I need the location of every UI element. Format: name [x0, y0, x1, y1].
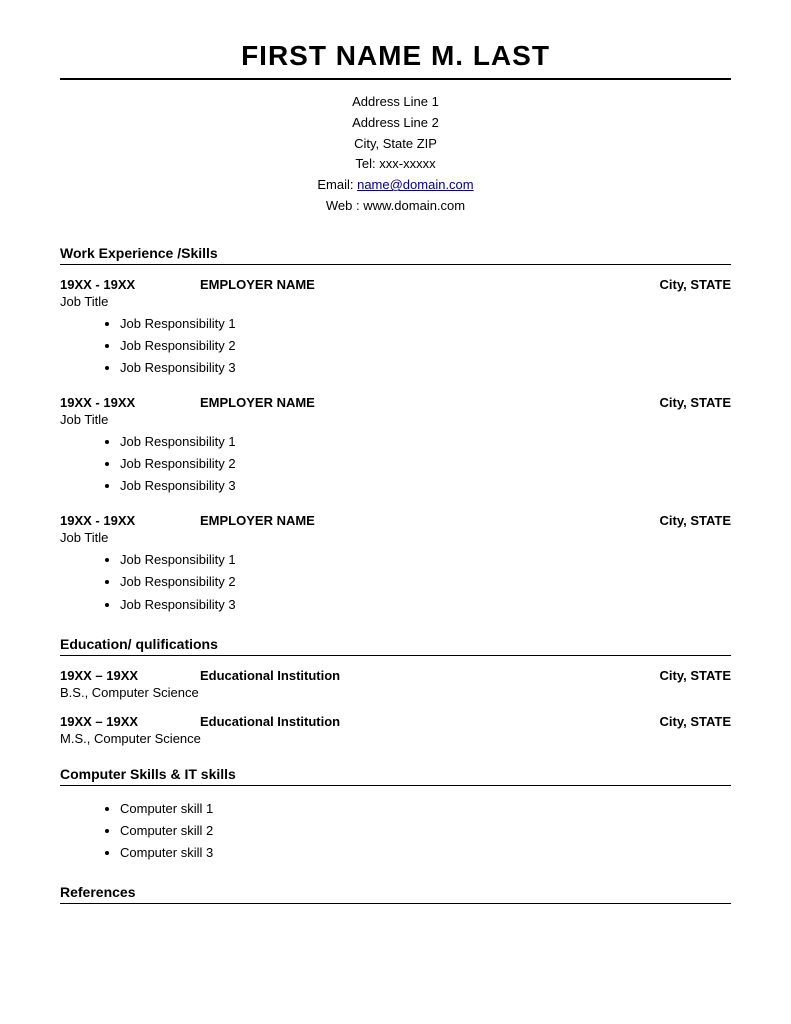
edu-city-2: City, STATE	[660, 714, 732, 729]
work-experience-heading: Work Experience /Skills	[60, 245, 731, 265]
edu-header-row-2: 19XX – 19XX Educational Institution City…	[60, 714, 731, 729]
job-dates-2: 19XX - 19XX	[60, 395, 170, 410]
address-line1: Address Line 1	[60, 92, 731, 113]
list-item: Job Responsibility 2	[120, 335, 731, 357]
email-label: Email:	[317, 177, 357, 192]
contact-info: Address Line 1 Address Line 2 City, Stat…	[60, 92, 731, 217]
edu-degree-1: B.S., Computer Science	[60, 685, 731, 700]
job-dates-3: 19XX - 19XX	[60, 513, 170, 528]
job-header-row-1: 19XX - 19XX EMPLOYER NAME City, STATE	[60, 277, 731, 292]
job-entry-2: 19XX - 19XX EMPLOYER NAME City, STATE Jo…	[60, 395, 731, 497]
job-title-2: Job Title	[60, 412, 731, 427]
edu-degree-2: M.S., Computer Science	[60, 731, 731, 746]
list-item: Job Responsibility 3	[120, 357, 731, 379]
resume-name: FIRST NAME M. LAST	[60, 40, 731, 80]
job-city-3: City, STATE	[660, 513, 732, 528]
job-employer-2: EMPLOYER NAME	[170, 395, 660, 410]
list-item: Job Responsibility 1	[120, 313, 731, 335]
job-responsibilities-3: Job Responsibility 1 Job Responsibility …	[120, 549, 731, 615]
edu-dates-1: 19XX – 19XX	[60, 668, 170, 683]
job-city-2: City, STATE	[660, 395, 732, 410]
computer-skills-section: Computer Skills & IT skills Computer ski…	[60, 766, 731, 864]
list-item: Job Responsibility 1	[120, 431, 731, 453]
edu-institution-2: Educational Institution	[170, 714, 660, 729]
education-section: Education/ qulifications 19XX – 19XX Edu…	[60, 636, 731, 746]
edu-entry-2: 19XX – 19XX Educational Institution City…	[60, 714, 731, 746]
list-item: Computer skill 3	[120, 842, 731, 864]
job-entry-3: 19XX - 19XX EMPLOYER NAME City, STATE Jo…	[60, 513, 731, 615]
job-title-1: Job Title	[60, 294, 731, 309]
tel: Tel: xxx-xxxxx	[60, 154, 731, 175]
email-line: Email: name@domain.com	[60, 175, 731, 196]
edu-entry-1: 19XX – 19XX Educational Institution City…	[60, 668, 731, 700]
job-responsibilities-2: Job Responsibility 1 Job Responsibility …	[120, 431, 731, 497]
job-employer-1: EMPLOYER NAME	[170, 277, 660, 292]
edu-institution-1: Educational Institution	[170, 668, 660, 683]
web: Web : www.domain.com	[60, 196, 731, 217]
list-item: Job Responsibility 2	[120, 453, 731, 475]
edu-city-1: City, STATE	[660, 668, 732, 683]
list-item: Computer skill 1	[120, 798, 731, 820]
list-item: Job Responsibility 3	[120, 594, 731, 616]
education-heading: Education/ qulifications	[60, 636, 731, 656]
references-section: References	[60, 884, 731, 904]
references-heading: References	[60, 884, 731, 904]
skills-list: Computer skill 1 Computer skill 2 Comput…	[120, 798, 731, 864]
list-item: Job Responsibility 3	[120, 475, 731, 497]
computer-skills-heading: Computer Skills & IT skills	[60, 766, 731, 786]
edu-dates-2: 19XX – 19XX	[60, 714, 170, 729]
list-item: Computer skill 2	[120, 820, 731, 842]
resume-page: FIRST NAME M. LAST Address Line 1 Addres…	[0, 0, 791, 1024]
job-header-row-2: 19XX - 19XX EMPLOYER NAME City, STATE	[60, 395, 731, 410]
list-item: Job Responsibility 1	[120, 549, 731, 571]
edu-header-row-1: 19XX – 19XX Educational Institution City…	[60, 668, 731, 683]
job-employer-3: EMPLOYER NAME	[170, 513, 660, 528]
job-responsibilities-1: Job Responsibility 1 Job Responsibility …	[120, 313, 731, 379]
address-line2: Address Line 2	[60, 113, 731, 134]
job-entry-1: 19XX - 19XX EMPLOYER NAME City, STATE Jo…	[60, 277, 731, 379]
job-title-3: Job Title	[60, 530, 731, 545]
email-link[interactable]: name@domain.com	[357, 177, 474, 192]
job-dates-1: 19XX - 19XX	[60, 277, 170, 292]
work-experience-section: Work Experience /Skills 19XX - 19XX EMPL…	[60, 245, 731, 616]
list-item: Job Responsibility 2	[120, 571, 731, 593]
job-header-row-3: 19XX - 19XX EMPLOYER NAME City, STATE	[60, 513, 731, 528]
city-state-zip: City, State ZIP	[60, 134, 731, 155]
job-city-1: City, STATE	[660, 277, 732, 292]
